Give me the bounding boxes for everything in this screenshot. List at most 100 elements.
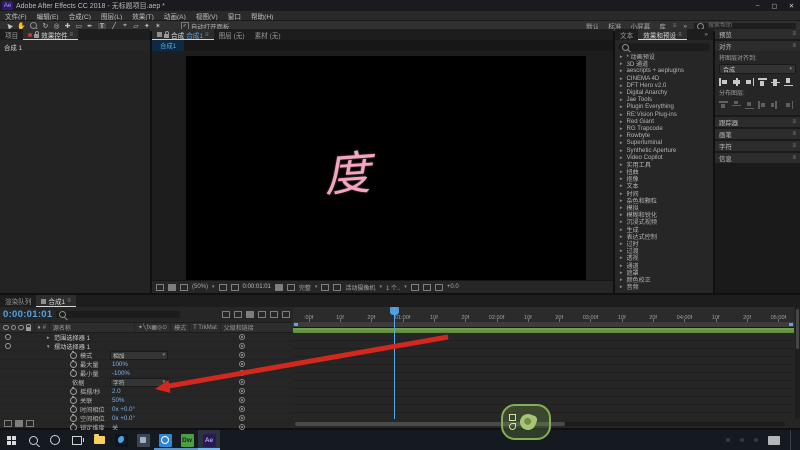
twirl-icon[interactable]: ► — [619, 104, 623, 109]
twirl-icon[interactable]: ► — [619, 169, 623, 174]
twirl-icon[interactable]: ► — [619, 234, 623, 239]
twirl-icon[interactable]: ► — [619, 241, 623, 246]
property-value[interactable]: -100% — [112, 370, 130, 377]
tab-text-panel[interactable]: 文本 — [615, 29, 638, 40]
align-to-dropdown[interactable]: 合成 ▾ — [719, 64, 796, 74]
pickwhip-icon[interactable] — [239, 352, 245, 358]
tab-timeline-comp[interactable]: 合成1 ≡ — [36, 295, 75, 307]
timeline-row-wiggly-selector[interactable]: ▼ 摆动选择器 1 — [0, 342, 293, 351]
twirl-icon[interactable]: ► — [619, 148, 623, 153]
effects-category-row[interactable]: ► Plugin Everything — [615, 103, 713, 110]
mini-flowchart-icon[interactable] — [222, 311, 230, 318]
preview-panel-header[interactable]: 预览 ≡ — [715, 29, 800, 39]
effects-search[interactable] — [618, 43, 710, 51]
menu-item[interactable]: 合成(C) — [64, 11, 96, 21]
graph-editor-icon[interactable] — [282, 311, 290, 318]
twirl-icon[interactable]: ► — [619, 227, 623, 232]
timeline-track-area[interactable]: :00f10f20f01:00f10f20f02:00f10f20f03:00f… — [293, 307, 794, 419]
view-count-caret-icon[interactable]: ▾ — [404, 284, 407, 290]
pickwhip-icon[interactable] — [239, 406, 245, 412]
twirl-icon[interactable]: ► — [619, 277, 623, 282]
file-explorer-button[interactable] — [88, 430, 110, 450]
region-of-interest-icon[interactable] — [321, 284, 329, 291]
effects-category-row[interactable]: ► Jae Tools — [615, 96, 713, 103]
time-ruler[interactable]: :00f10f20f01:00f10f20f02:00f10f20f03:00f… — [293, 307, 794, 323]
ime-tray-icon[interactable] — [768, 436, 780, 445]
distribute-bottom-button[interactable] — [745, 101, 754, 109]
pixel-aspect-icon[interactable] — [411, 284, 419, 291]
view-count-value[interactable]: 1 个.. — [386, 283, 400, 292]
motion-blur-icon[interactable] — [270, 311, 278, 318]
panel-menu-icon[interactable]: ≡ — [205, 32, 209, 38]
mode-dropdown[interactable]: 相加 ▾ — [110, 351, 168, 360]
panel-overflow-icon[interactable]: » — [699, 29, 713, 40]
cortana-button[interactable] — [44, 430, 66, 450]
collapsed-panel-header[interactable]: 跟踪器 ≡ — [715, 117, 800, 127]
active-camera-value[interactable]: 活动摄像机 — [345, 283, 375, 292]
align-panel-header[interactable]: 对齐 ≡ — [715, 41, 800, 51]
zoom-level[interactable]: (50%) — [192, 284, 208, 290]
stopwatch-icon[interactable] — [70, 370, 77, 377]
distribute-top-button[interactable] — [719, 101, 728, 109]
menu-item[interactable]: 编辑(E) — [32, 11, 64, 21]
menu-item[interactable]: 图层(L) — [96, 11, 127, 21]
effects-category-row[interactable]: ► aescripts + aeplugins — [615, 67, 713, 74]
twirl-icon[interactable]: ► — [619, 61, 623, 66]
comp-viewer[interactable]: 度 — [152, 51, 613, 281]
pickwhip-icon[interactable] — [239, 388, 245, 394]
twirl-icon[interactable]: ► — [619, 76, 623, 81]
frame-blend-icon[interactable] — [258, 311, 266, 318]
collapsed-panel-header[interactable]: 信息 ≡ — [715, 153, 800, 163]
timeline-row-temporal-phase[interactable]: 时间相位 0x +0.0° — [0, 405, 293, 414]
fast-preview-icon[interactable] — [423, 284, 431, 291]
expand-layers-icon[interactable] — [4, 420, 12, 427]
twirl-icon[interactable]: ► — [619, 68, 623, 73]
pickwhip-icon[interactable] — [239, 379, 245, 385]
align-right-button[interactable] — [745, 78, 754, 86]
stopwatch-icon[interactable] — [70, 361, 77, 368]
menu-item[interactable]: 动画(A) — [159, 11, 191, 21]
photos-app-button[interactable] — [132, 430, 154, 450]
primary-viewer-icon[interactable] — [168, 284, 176, 291]
panel-menu-icon[interactable]: ≡ — [792, 43, 796, 49]
panel-menu-icon[interactable]: ≡ — [70, 32, 74, 38]
effects-category-row[interactable]: ► Superluminal — [615, 139, 713, 146]
timeline-vertical-scrollbar[interactable] — [795, 307, 800, 419]
menu-item[interactable]: 效果(T) — [127, 11, 159, 21]
twirl-icon[interactable]: ► — [619, 270, 623, 275]
align-v-center-button[interactable] — [771, 78, 780, 86]
align-left-button[interactable] — [719, 78, 728, 86]
distribute-h-center-button[interactable] — [771, 101, 780, 109]
stopwatch-icon[interactable] — [70, 406, 77, 413]
camera-caret-icon[interactable]: ▾ — [379, 284, 382, 290]
panel-menu-icon[interactable]: ≡ — [792, 143, 796, 149]
mode-header[interactable]: 模式 — [171, 323, 190, 332]
task-view-button[interactable] — [66, 430, 88, 450]
timeline-row-mode[interactable]: 模式 相加 ▾ — [0, 351, 293, 360]
align-h-center-button[interactable] — [732, 78, 741, 86]
menu-item[interactable]: 窗口 — [223, 11, 246, 21]
after-effects-button[interactable]: Ae — [198, 430, 220, 450]
twirl-icon[interactable]: ► — [619, 155, 623, 160]
source-name-header[interactable]: 源名称 — [50, 323, 135, 332]
menu-item[interactable]: 帮助(H) — [246, 11, 278, 21]
collapsed-panel-header[interactable]: 画笔 ≡ — [715, 129, 800, 139]
twirl-icon[interactable]: ► — [619, 191, 623, 196]
comp-canvas[interactable]: 度 — [186, 56, 586, 284]
distribute-left-button[interactable] — [758, 101, 767, 109]
always-preview-icon[interactable] — [156, 284, 164, 291]
ruler-grid-icon[interactable] — [219, 284, 227, 291]
tab-effect-controls[interactable]: 效果控件 ≡ — [23, 29, 78, 40]
distribute-v-center-button[interactable] — [732, 101, 741, 109]
transparency-grid-icon[interactable] — [333, 284, 341, 291]
stopwatch-icon[interactable] — [70, 352, 77, 359]
align-top-button[interactable] — [758, 78, 767, 86]
effects-category-row[interactable]: ► 3D 通道 — [615, 60, 713, 67]
effects-category-row[interactable]: ► 音频 — [615, 283, 713, 290]
twirl-icon[interactable]: ► — [619, 119, 623, 124]
magnification-icon[interactable] — [180, 284, 188, 291]
panel-menu-icon[interactable]: ≡ — [67, 298, 71, 304]
effects-search-input[interactable] — [632, 43, 714, 51]
pickwhip-icon[interactable] — [239, 370, 245, 376]
visibility-eye-icon[interactable] — [5, 343, 11, 349]
